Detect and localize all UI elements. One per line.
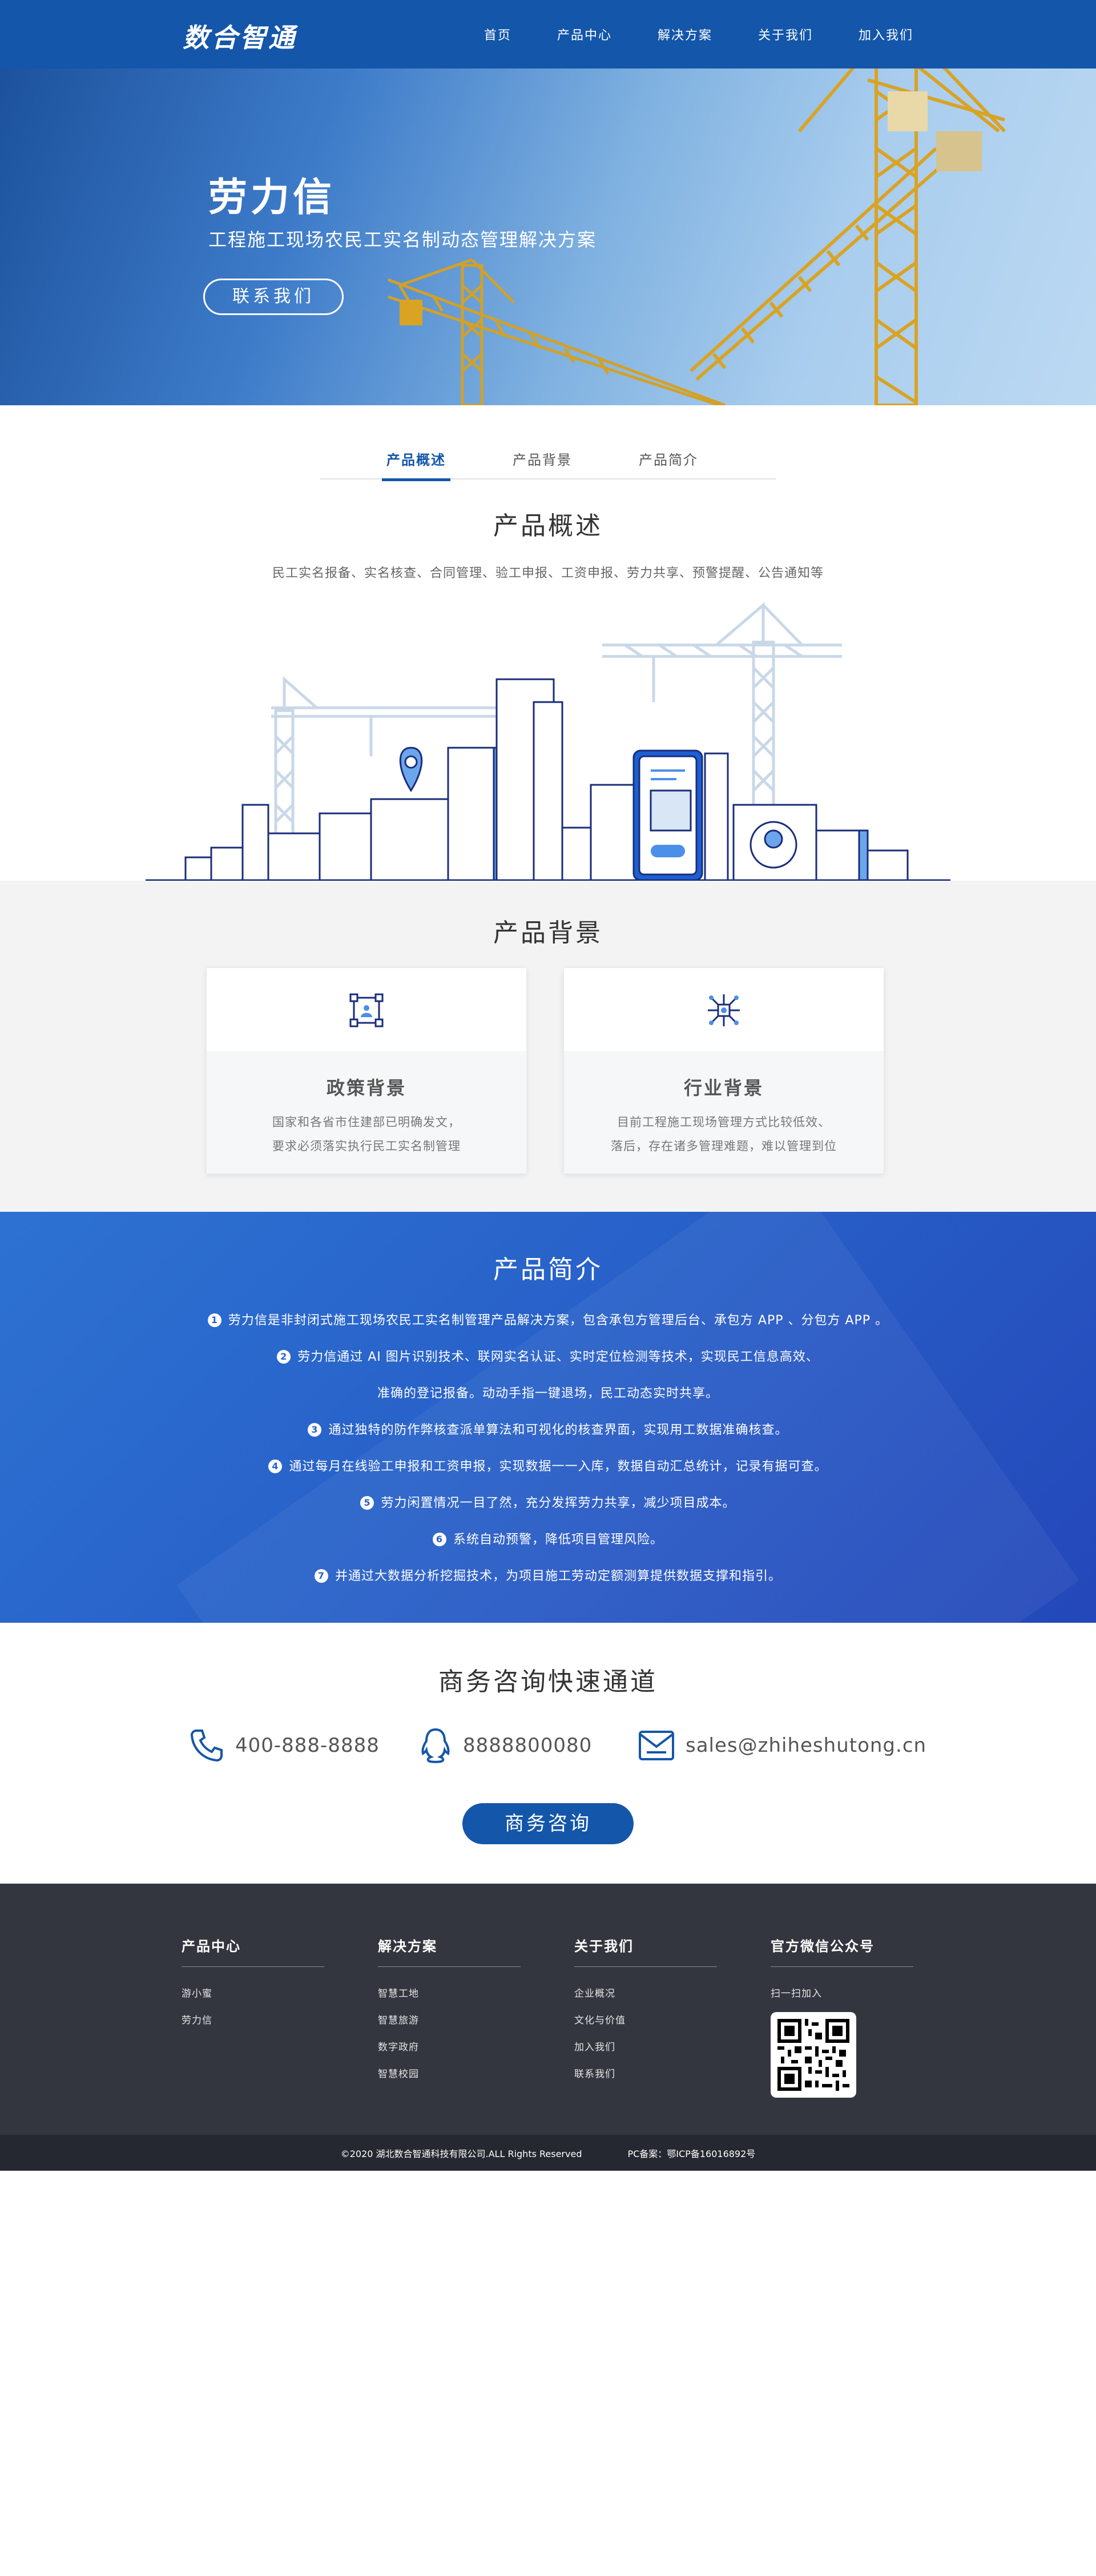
background-title: 产品背景 [493, 918, 603, 948]
footer-link[interactable]: 联系我们 [574, 2066, 717, 2080]
intro-item: 4 通过每月在线验工申报和工资申报，实现数据一一入库，数据自动汇总统计，记录有据可… [0, 1456, 1096, 1474]
intro-item: 5 劳力闲置情况一目了然，充分发挥劳力共享，减少项目成本。 [0, 1493, 1096, 1511]
policy-icon [349, 993, 384, 1027]
copyright-text: ©2020 湖北数合智通科技有限公司.ALL Rights Reserved [340, 2148, 582, 2159]
footer-link[interactable]: 智慧旅游 [378, 2012, 521, 2026]
email-icon [639, 1731, 674, 1760]
tab-overview[interactable]: 产品概述 [382, 440, 450, 481]
main-nav: 首页 产品中心 解决方案 关于我们 加入我们 [438, 25, 913, 43]
footer-link[interactable]: 智慧工地 [378, 1985, 521, 1999]
industry-card: 行业背景 目前工程施工现场管理方式比较低效、 落后，存在诸多管理难题，难以管理到… [564, 968, 884, 1174]
copyright-bar: ©2020 湖北数合智通科技有限公司.ALL Rights Reserved P… [0, 2135, 1096, 2171]
phone-icon [190, 1730, 223, 1762]
industry-card-line: 落后，存在诸多管理难题，难以管理到位 [611, 1139, 837, 1153]
intro-item: 6 系统自动预警，降低项目管理风险。 [0, 1529, 1096, 1547]
nav-solutions[interactable]: 解决方案 [658, 25, 712, 43]
top-nav-bar: 数合智通 首页 产品中心 解决方案 关于我们 加入我们 [0, 0, 1096, 68]
qq-number: 8888800080 [463, 1734, 593, 1757]
hero-title: 劳力信 [208, 175, 336, 220]
intro-item: 3 通过独特的防作弊核查派单算法和可视化的核查界面，实现用工数据准确核查。 [0, 1420, 1096, 1438]
intro-title: 产品简介 [493, 1255, 603, 1284]
site-logo[interactable]: 数合智通 [183, 17, 297, 55]
phone-number: 400-888-8888 [235, 1734, 380, 1757]
hero-subtitle: 工程施工现场农民工实名制动态管理解决方案 [208, 229, 597, 251]
qq-penguin-icon [421, 1728, 450, 1763]
wechat-qr-code [771, 2012, 856, 2098]
footer-link: 扫一扫加入 [771, 1988, 822, 1999]
icp-text[interactable]: PC备案：鄂ICP备16016892号 [627, 2146, 755, 2160]
email-address: sales@zhiheshutong.cn [686, 1734, 927, 1757]
intro-item: 准确的登记报备。动动手指一键退场，民工动态实时共享。 [377, 1386, 719, 1401]
footer-link[interactable]: 加入我们 [574, 2039, 717, 2053]
intro-item: 1 劳力信是非封闭式施工现场农民工实名制管理产品解决方案，包含承包方管理后台、承包… [0, 1310, 1096, 1328]
nav-home[interactable]: 首页 [484, 25, 511, 43]
background-section: 产品背景 政策背景 国家和各省市住建部已明确发文， 要求必须落实执行民工实名制管… [0, 881, 1096, 1212]
nav-about[interactable]: 关于我们 [758, 25, 813, 43]
contact-phone[interactable]: 400-888-8888 [188, 1726, 380, 1765]
intro-section: 产品简介 1 劳力信是非封闭式施工现场农民工实名制管理产品解决方案，包含承包方管理… [0, 1212, 1096, 1623]
contact-us-button[interactable]: 联系我们 [203, 279, 344, 315]
footer-link[interactable]: 文化与价值 [574, 2012, 717, 2026]
contact-email[interactable]: sales@zhiheshutong.cn [638, 1726, 926, 1765]
policy-card-line: 要求必须落实执行民工实名制管理 [272, 1139, 461, 1153]
footer-col-title: 解决方案 [378, 1935, 521, 1967]
tab-background[interactable]: 产品背景 [513, 440, 572, 479]
intro-item: 2 劳力信通过 AI 图片识别技术、联网实名认证、实时定位检测等技术，实现民工信息… [0, 1347, 1096, 1365]
industry-card-line: 目前工程施工现场管理方式比较低效、 [617, 1115, 831, 1129]
footer-link[interactable]: 劳力信 [182, 2012, 324, 2026]
industry-icon [708, 994, 740, 1026]
overview-subtitle: 民工实名报备、实名核查、合同管理、验工申报、工资申报、劳力共享、预警提醒、公告通… [272, 566, 824, 580]
footer-col-wechat: 官方微信公众号 扫一扫加入 [771, 1935, 913, 2098]
footer-col-title: 官方微信公众号 [771, 1935, 913, 1967]
city-illustration [146, 602, 950, 881]
footer-col-title: 产品中心 [182, 1935, 324, 1967]
footer-col-solutions: 解决方案 智慧工地 智慧旅游 数字政府 智慧校园 [378, 1935, 521, 2080]
footer-link[interactable]: 游小蜜 [182, 1985, 324, 1999]
footer-col-title: 关于我们 [574, 1935, 717, 1967]
intro-item: 7 并通过大数据分析挖掘技术，为项目施工劳动定额测算提供数据支撑和指引。 [0, 1566, 1096, 1584]
nav-join[interactable]: 加入我们 [859, 25, 913, 43]
footer-link[interactable]: 数字政府 [378, 2039, 521, 2053]
business-consult-button[interactable]: 商务咨询 [462, 1803, 634, 1844]
policy-card-line: 国家和各省市住建部已明确发文， [272, 1115, 461, 1129]
footer-col-about: 关于我们 企业概况 文化与价值 加入我们 联系我们 [574, 1935, 717, 2080]
nav-products[interactable]: 产品中心 [557, 25, 612, 43]
overview-title: 产品概述 [493, 511, 603, 541]
footer-link[interactable]: 企业概况 [574, 1985, 717, 1999]
footer-col-products: 产品中心 游小蜜 劳力信 [182, 1935, 324, 2026]
contact-title: 商务咨询快速通道 [438, 1667, 658, 1696]
footer: 产品中心 游小蜜 劳力信 解决方案 智慧工地 智慧旅游 数字政府 智慧校园 关于… [0, 1884, 1096, 2135]
section-tabs: 产品概述 产品背景 产品简介 [0, 405, 1096, 481]
policy-card: 政策背景 国家和各省市住建部已明确发文， 要求必须落实执行民工实名制管理 [207, 968, 526, 1174]
tab-intro[interactable]: 产品简介 [639, 440, 698, 479]
industry-card-title: 行业背景 [683, 1077, 764, 1099]
policy-card-title: 政策背景 [326, 1077, 406, 1099]
footer-link[interactable]: 智慧校园 [378, 2066, 521, 2080]
contact-qq[interactable]: 8888800080 [418, 1726, 592, 1765]
